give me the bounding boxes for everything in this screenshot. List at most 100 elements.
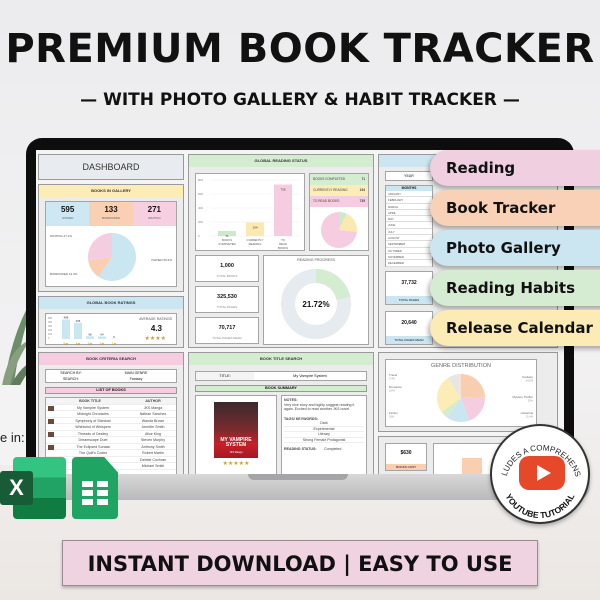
year-pages-read-label: TOTAL PAGES READ: [386, 336, 432, 344]
book-author: Nathan Sanchez: [139, 412, 167, 416]
tab-book-tracker[interactable]: Book Tracker: [430, 190, 600, 226]
genre-pct: 5.1%: [527, 370, 534, 371]
youtube-tutorial-badge: INCLUDES A COMPREHENSIVE YOUTUBE TUTORIA…: [490, 424, 590, 524]
pie-label-borrowed: BORROWED 13.3%: [50, 272, 78, 276]
book-title: The Eclipsed Sonata: [76, 444, 110, 449]
status-bar-to-read-books: [274, 184, 292, 236]
year-pages-read-value: 20,640: [401, 320, 417, 326]
book-notes-box: NOTES: Very nice story and highly sugges…: [281, 395, 367, 480]
reading-status-summary: BOOKS COMPLETED 71 CURRENTLY READING 194 TO …: [309, 173, 369, 251]
genre-title: GENRE DISTRIBUTION: [431, 363, 491, 369]
genre-label: Historical: [521, 411, 534, 415]
book-author: Debbie Cochran: [140, 457, 166, 462]
col-author[interactable]: AUTHOR: [132, 398, 174, 404]
pie-label-owned: OWNED 59.6%: [151, 258, 172, 262]
list-of-books-header: LIST OF BOOKS: [45, 387, 177, 394]
total-value: 1,000: [220, 263, 234, 269]
ratings-panel: GLOBAL BOOK RATINGS 5★ 488 4★ 405 3★ 68 2★ 64 1★…: [38, 296, 184, 348]
genre-pct: 3.4%: [389, 377, 396, 381]
rating-bar-3: [86, 336, 94, 339]
summary-label: TO READ BOOKS: [313, 199, 340, 203]
summary-value: 71: [361, 177, 365, 181]
book-cover-image: MY VAMPIRE SYSTEM JKS Manga: [214, 402, 258, 458]
rating-bar-5: [62, 319, 70, 339]
page-subtitle: — WITH PHOTO GALLERY & HABIT TRACKER —: [80, 90, 520, 110]
rating-bar-2: [98, 336, 106, 339]
rating-bar-label: 3★: [87, 342, 93, 345]
rating-bar-label: 1★: [111, 342, 117, 345]
rating-bar-value: 6: [113, 335, 115, 339]
total-label: TOTAL BOOKS: [216, 274, 238, 278]
summary-label: BOOKS COMPLETED: [313, 177, 346, 181]
book-author: Steven Murphy: [140, 438, 166, 442]
book-author: Alice King: [145, 431, 161, 436]
year-select[interactable]: YEAR: [385, 171, 433, 181]
status-ytick: 400: [198, 206, 203, 210]
book-title: Midnight Chronicles: [77, 412, 109, 416]
rating-bar-value: 405: [76, 319, 81, 323]
rating-ytick: 0: [48, 337, 50, 340]
book-cover-box: MY VAMPIRE SYSTEM JKS Manga ★★★★★: [195, 395, 277, 480]
stat-label: WAITING: [147, 216, 161, 220]
status-ytick: 800: [198, 178, 203, 182]
rating-ytick: 200: [48, 329, 53, 332]
summary-value: 194: [359, 188, 365, 192]
status-bar-value: 194: [252, 225, 257, 229]
status-bar-label: BOOKS: [278, 246, 288, 250]
rating-bar-label: 2★: [99, 342, 105, 345]
instant-download-banner[interactable]: INSTANT DOWNLOAD | EASY TO USE: [62, 540, 538, 586]
tab-reading-habits[interactable]: Reading Habits: [430, 270, 600, 306]
rating-bar-value: 64: [100, 332, 104, 336]
progress-value: 21.72%: [302, 300, 330, 309]
gallery-slice-waiting: [88, 233, 112, 261]
books-cost-value: $630: [400, 450, 412, 456]
genre-pct: 20%: [528, 399, 534, 403]
notes-text: Very nice story and highly suggest readi…: [284, 403, 355, 411]
rating-bar-value: 68: [88, 332, 92, 336]
tag: Strong Female Protagonist: [284, 438, 364, 443]
status-label: READING STATUS:: [284, 447, 317, 451]
title-select[interactable]: My Vampire System: [254, 372, 366, 380]
genre-label: Romance: [389, 385, 402, 389]
books-cost-box: $630 BOOKS COST: [385, 443, 427, 471]
genre-label: Mystery Thriller: [513, 395, 533, 399]
total-total-pages: 325,530 TOTAL PAGES: [195, 286, 259, 313]
search-select[interactable]: Fantasy: [96, 376, 176, 382]
tab-release-calendar[interactable]: Release Calendar: [430, 310, 600, 346]
books-cost-label: BOOKS COST: [386, 464, 426, 470]
status-bar-label: READING: [249, 242, 262, 246]
book-rating-stars: ★★★★★: [222, 461, 250, 467]
svg-text:YOUTUBE TUTORIAL: YOUTUBE TUTORIAL: [504, 492, 577, 520]
total-value: 70,717: [218, 325, 236, 331]
pie-label-waiting: WAITING 27.1%: [50, 234, 73, 238]
rating-bar-label: 4★: [75, 342, 81, 345]
book-author: Wanda Brown: [141, 418, 165, 423]
cover-author: JKS Manga: [229, 451, 243, 454]
months-list: MONTHS JANUARY FEBRUARY MARCH APRIL MAY JUNE J…: [385, 185, 433, 267]
book-summary-header: BOOK SUMMARY: [195, 385, 367, 392]
status-ytick: 200: [198, 220, 203, 224]
tab-reading-dashboard[interactable]: Reading Dashboard: [430, 150, 600, 213]
genre-panel: GENRE DISTRIBUTION Fantasy 24.5% Mystery T…: [378, 352, 558, 432]
avg-rating-value: 4.3: [150, 324, 162, 333]
avg-rating-label: AVERAGE RATINGS: [139, 317, 172, 321]
col-book-title: BOOK TITLE: [79, 399, 101, 403]
summary-currently-reading: CURRENTLY READING 194: [310, 185, 368, 196]
dashboard-title-panel: DASHBOARD: [38, 154, 184, 180]
book-author: JKS Manga: [143, 405, 163, 410]
status-ytick: 600: [198, 192, 203, 196]
excel-letter: X: [0, 471, 33, 505]
total-total-books: 1,000 TOTAL BOOKS: [195, 255, 259, 282]
genre-pct: 15.4%: [526, 415, 534, 419]
reading-status-panel: GLOBAL READING STATUS 800 600 400 200 0 71 BOO…: [188, 154, 374, 348]
genre-label: Fantasy: [522, 375, 533, 379]
stat-value: 595: [60, 205, 75, 214]
tab-photo-gallery[interactable]: Photo Gallery: [430, 230, 600, 266]
summary-books-completed: BOOKS COMPLETED 71: [310, 174, 368, 185]
rating-ytick: 100: [48, 333, 53, 336]
title-search-header: BOOK TITLE SEARCH: [189, 353, 373, 365]
criteria-fields: SEARCH BY: MAIN GENRE SEARCH: Fantasy: [45, 369, 177, 383]
stat-owned: 595 OWNED: [46, 202, 90, 226]
excel-icon: X: [0, 457, 66, 519]
title-label: TITLE:: [196, 372, 254, 380]
